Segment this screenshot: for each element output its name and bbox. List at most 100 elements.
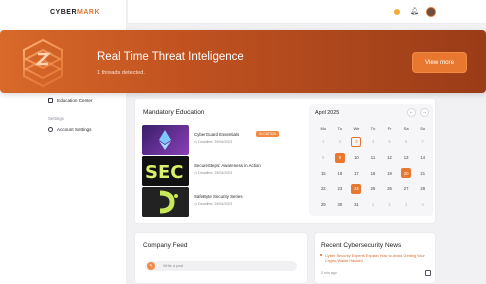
- sidebar-item-account-settings[interactable]: Account Settings: [48, 127, 91, 132]
- calendar-day-number: 26: [387, 186, 392, 192]
- weekday-label: Mo: [320, 126, 327, 131]
- weekday-label: Fr: [387, 126, 392, 131]
- calendar-day[interactable]: 11: [365, 150, 382, 166]
- calendar-day[interactable]: 12: [381, 150, 398, 166]
- post-input[interactable]: ✎ Write a post: [145, 261, 297, 271]
- user-settings-icon: [48, 127, 53, 132]
- calendar-day-number: 7: [421, 139, 424, 145]
- app-logo[interactable]: CYBERMARK: [50, 9, 100, 16]
- compose-icon: ✎: [147, 262, 155, 270]
- course-item[interactable]: SafeByte Security Series ◷ Deadline: 29/…: [142, 187, 292, 217]
- shield-logo-icon: [23, 38, 63, 88]
- calendar-day[interactable]: 19: [381, 165, 398, 181]
- calendar-day[interactable]: 25: [365, 181, 382, 197]
- weekday-label: Sa: [403, 126, 409, 131]
- calendar-day[interactable]: 17: [348, 165, 365, 181]
- calendar-day-number: 29: [320, 202, 326, 208]
- calendar-day[interactable]: 15: [315, 165, 332, 181]
- avatar[interactable]: [426, 7, 436, 17]
- news-link[interactable]: Cyber Security Experts Explain How to Av…: [325, 253, 431, 263]
- sidebar-item-education-center[interactable]: Education Center: [48, 98, 93, 103]
- calendar-day-number: 12: [387, 155, 392, 161]
- calendar-day[interactable]: 28: [414, 181, 431, 197]
- calendar-prev-button[interactable]: ←: [407, 108, 416, 117]
- calendar-day-number: 3: [404, 202, 408, 208]
- calendar-grid: Mo Tu We Th Fr Sa Su 1 2 3 4 5 6 7 8 9 10 11 12 13 14 15 16 17 1…: [315, 124, 431, 212]
- course-name: CyberGuard Essentials: [194, 132, 240, 137]
- calendar-day[interactable]: 1: [315, 134, 332, 150]
- calendar-day-number: 25: [370, 186, 376, 192]
- cyber-news-card: Recent Cybersecurity News Cyber Security…: [314, 232, 436, 284]
- calendar-day-number: 24: [351, 183, 362, 194]
- calendar-day[interactable]: 21: [414, 165, 431, 181]
- course-deadline: ◷ Deadline: 29/04/2023: [194, 202, 233, 206]
- calendar-day[interactable]: 30: [332, 197, 349, 213]
- calendar-day[interactable]: 5: [381, 134, 398, 150]
- calendar-day-number: 14: [420, 155, 426, 161]
- calendar-day[interactable]: 29: [315, 197, 332, 213]
- calendar-day[interactable]: 6: [398, 134, 415, 150]
- calendar-day-number: 9: [334, 152, 345, 163]
- calendar-day[interactable]: 13: [398, 150, 415, 166]
- bullet-icon: [320, 254, 322, 256]
- course-thumbnail: [142, 187, 189, 217]
- calendar-day[interactable]: 31: [348, 197, 365, 213]
- calendar-day-number: 16: [337, 170, 343, 176]
- weekday-label: We: [353, 126, 360, 131]
- calendar-day-number: 4: [371, 139, 375, 145]
- calendar-day[interactable]: 16: [332, 165, 349, 181]
- calendar-day[interactable]: 22: [315, 181, 332, 197]
- calendar-day[interactable]: 8: [315, 150, 332, 166]
- calendar-day-number: 10: [354, 155, 359, 161]
- course-item[interactable]: SEC SecureSteps: Awareness in Action ◷ D…: [142, 156, 292, 186]
- calendar-day-number: 19: [387, 170, 392, 176]
- calendar-day-number: 8: [322, 155, 325, 161]
- calendar-day-number: 1: [371, 202, 375, 208]
- calendar-day[interactable]: 3: [348, 134, 365, 150]
- course-deadline: ◷ Deadline: 29/04/2023: [194, 140, 233, 144]
- sun-icon[interactable]: [394, 9, 400, 15]
- calendar-icon[interactable]: [425, 270, 431, 276]
- calendar-day[interactable]: 9: [332, 150, 349, 166]
- section-title: Company Feed: [143, 242, 188, 249]
- banner-subtitle: 1 threads detected.: [97, 70, 145, 76]
- sidebar-section-settings: Settings: [48, 116, 64, 121]
- calendar-day[interactable]: 27: [398, 181, 415, 197]
- course-name: SecureSteps: Awareness in Action: [194, 163, 261, 168]
- calendar-day[interactable]: 2: [332, 134, 349, 150]
- view-more-button[interactable]: View more: [412, 52, 467, 73]
- calendar-day[interactable]: 18: [365, 165, 382, 181]
- calendar-day[interactable]: 7: [414, 134, 431, 150]
- course-item[interactable]: CyberGuard Essentials ◷ Deadline: 29/04/…: [142, 125, 292, 155]
- calendar-day[interactable]: 2: [381, 197, 398, 213]
- calendar-day[interactable]: 20: [398, 165, 415, 181]
- calendar-day-number: 27: [403, 186, 409, 192]
- calendar-day-number: 17: [354, 170, 359, 176]
- weekday-label: Su: [420, 126, 426, 131]
- status-badge: IN CATION: [256, 131, 279, 137]
- news-timestamp: 2 min ago: [321, 271, 337, 275]
- calendar-day[interactable]: 1: [365, 197, 382, 213]
- calendar-day[interactable]: 23: [332, 181, 349, 197]
- calendar-day[interactable]: 3: [398, 197, 415, 213]
- banner-title: Real Time Threat Inteligence: [97, 51, 244, 63]
- calendar-day[interactable]: 4: [414, 197, 431, 213]
- calendar-day-number: 3: [351, 136, 362, 147]
- calendar-day[interactable]: 4: [365, 134, 382, 150]
- calendar-day[interactable]: 14: [414, 150, 431, 166]
- calendar-day[interactable]: 10: [348, 150, 365, 166]
- calendar-next-button[interactable]: →: [420, 108, 429, 117]
- svg-text:SEC: SEC: [145, 162, 183, 183]
- calendar-day[interactable]: 26: [381, 181, 398, 197]
- calendar-day-number: 21: [420, 170, 426, 176]
- calendar-day-number: 28: [420, 186, 426, 192]
- calendar-day-number: 13: [403, 155, 409, 161]
- calendar-day-number: 18: [370, 170, 376, 176]
- calendar-day[interactable]: 24: [348, 181, 365, 197]
- weekday-label: Th: [370, 126, 376, 131]
- bell-icon[interactable]: 🔔︎: [410, 8, 419, 16]
- top-header: 🔔︎: [128, 0, 486, 24]
- course-thumbnail: [142, 125, 189, 155]
- calendar-day-number: 4: [421, 202, 424, 208]
- course-deadline: ◷ Deadline: 29/04/2023: [194, 171, 233, 175]
